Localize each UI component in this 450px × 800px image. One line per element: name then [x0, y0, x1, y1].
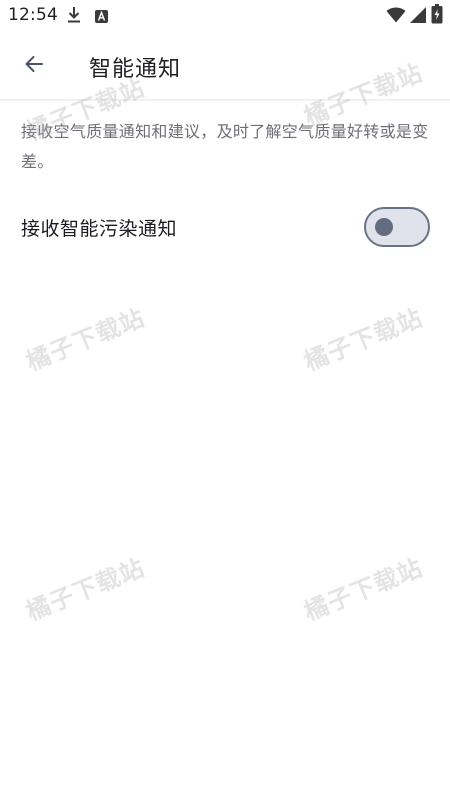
smart-pollution-notification-row[interactable]: 接收智能污染通知 — [0, 200, 450, 256]
watermark: 橘子下载站 — [300, 553, 427, 627]
signal-icon — [409, 6, 427, 24]
description-text: 接收空气质量通知和建议，及时了解空气质量好转或是变差。 — [21, 122, 429, 171]
status-bar: 12:54 — [0, 0, 450, 32]
setting-label: 接收智能污染通知 — [21, 218, 178, 240]
screen: 12:54 智能通知 接收空气质量通知和建议，及时了解空气质量好转或是变差。 接… — [0, 0, 450, 800]
back-button[interactable] — [14, 46, 54, 86]
watermark: 橘子下载站 — [300, 303, 427, 377]
page-title: 智能通知 — [89, 57, 182, 82]
watermark: 橘子下载站 — [22, 303, 149, 377]
arrow-left-icon — [22, 52, 46, 80]
app-bar-divider — [0, 99, 450, 101]
status-time: 12:54 — [8, 5, 58, 25]
app-bar: 智能通知 — [0, 32, 450, 100]
toggle-thumb — [375, 218, 393, 236]
wifi-icon — [386, 7, 406, 23]
pollution-notification-toggle[interactable] — [364, 207, 430, 247]
watermark: 橘子下载站 — [22, 553, 149, 627]
download-icon — [66, 6, 82, 24]
battery-icon — [431, 4, 443, 24]
a-notification-icon — [95, 8, 108, 23]
